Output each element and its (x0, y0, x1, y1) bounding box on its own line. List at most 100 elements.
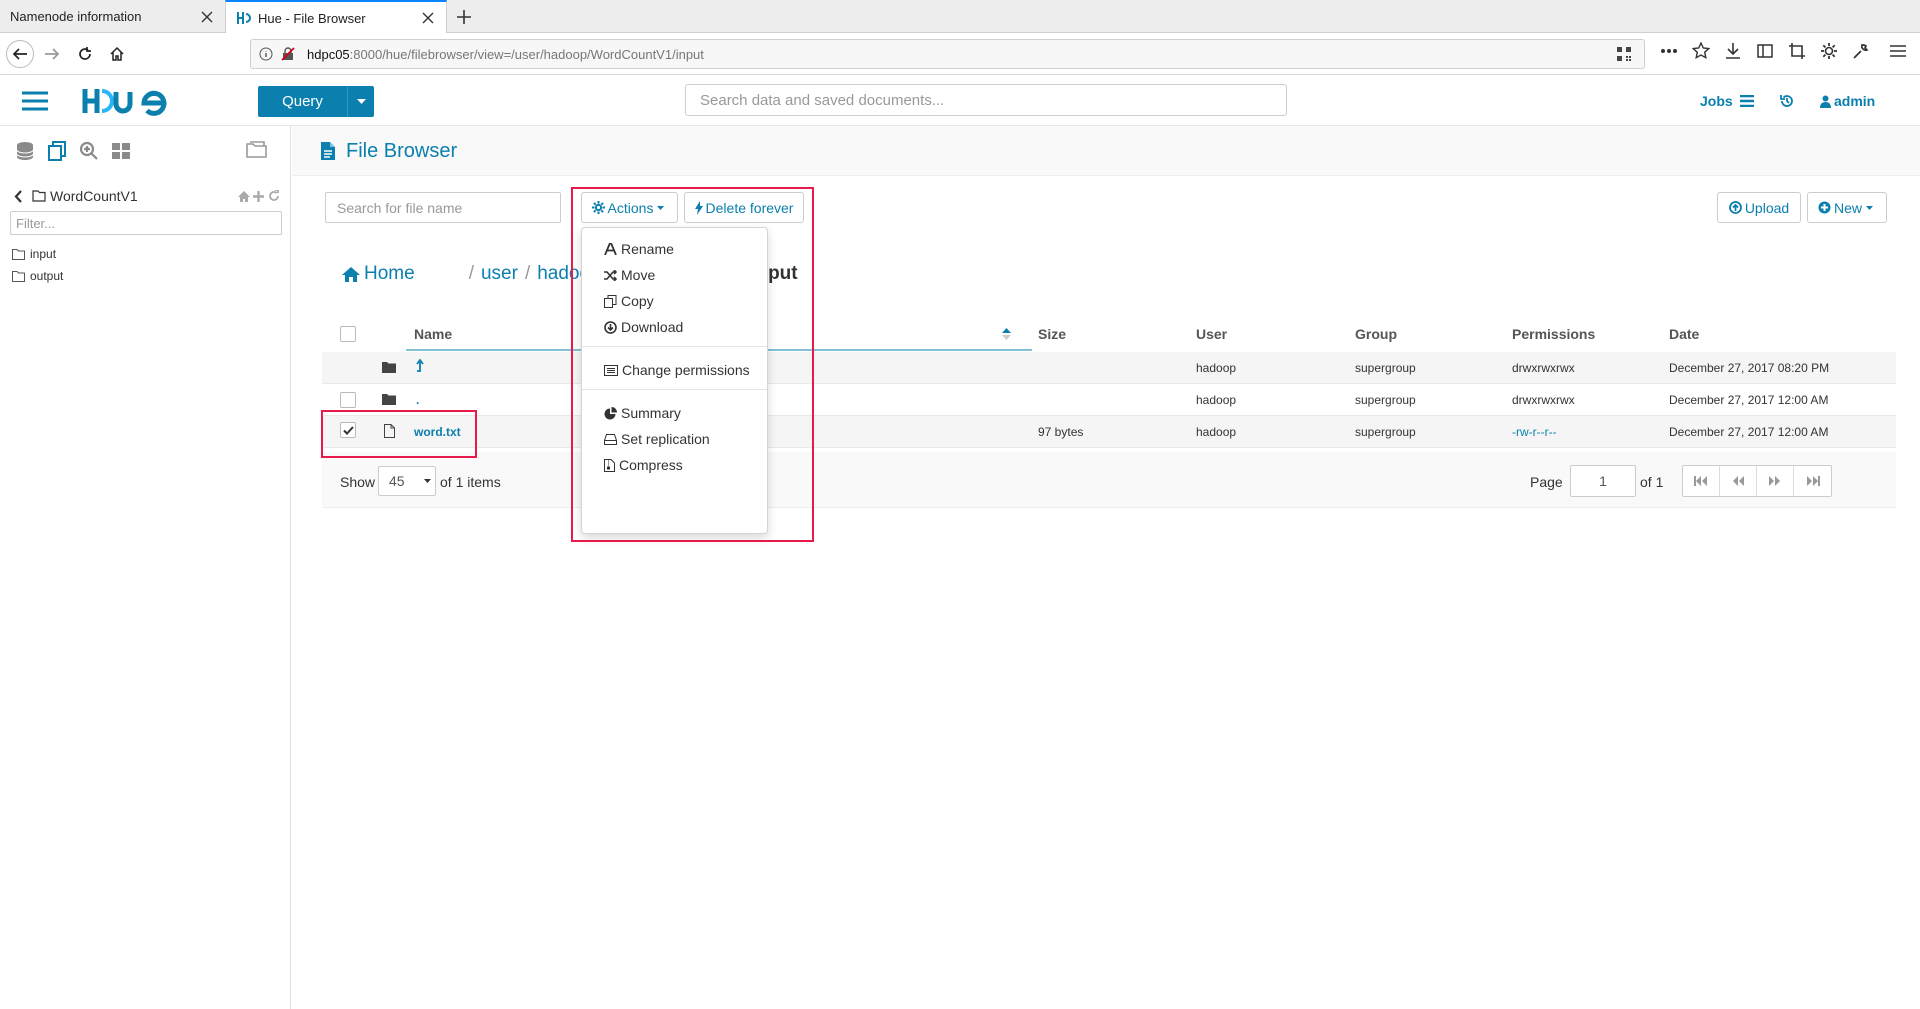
jobs-button[interactable]: Jobs (1700, 76, 1754, 126)
new-tab-button[interactable] (452, 5, 476, 29)
next-page-button[interactable] (1757, 466, 1794, 496)
plus-icon[interactable] (253, 190, 265, 202)
insecure-lock-icon[interactable] (281, 47, 299, 61)
assist-filter-input[interactable] (10, 211, 282, 235)
global-search-input[interactable] (685, 84, 1287, 116)
actions-dropdown-menu: Rename Move Copy Download Change permiss… (581, 227, 768, 534)
page-number-input[interactable] (1570, 465, 1636, 497)
row-checkbox-checked[interactable] (340, 422, 356, 438)
info-icon[interactable] (259, 47, 277, 61)
folder-icon (12, 248, 25, 260)
menu-item-label: Download (621, 319, 684, 335)
folder-icon (32, 190, 46, 202)
tab-namenode-information[interactable]: Namenode information (0, 0, 225, 33)
menu-item-download[interactable]: Download (582, 314, 767, 340)
open-folder-icon[interactable] (245, 139, 269, 159)
close-icon[interactable] (420, 10, 436, 26)
hdd-icon (604, 433, 617, 445)
menu-item-change-permissions[interactable]: Change permissions (582, 357, 767, 383)
user-menu[interactable]: admin (1820, 76, 1875, 126)
table-row[interactable]: . hadoop supergroup drwxrwxrwx December … (322, 384, 1896, 416)
download-icon[interactable] (1724, 42, 1756, 60)
qr-code-icon[interactable] (1616, 46, 1632, 62)
column-header-name[interactable]: Name (414, 326, 452, 342)
previous-page-button[interactable] (1720, 466, 1757, 496)
column-header-user[interactable]: User (1196, 326, 1227, 342)
forward-icon (1769, 476, 1780, 486)
column-header-date[interactable]: Date (1669, 326, 1699, 342)
parent-directory-link[interactable] (416, 359, 425, 372)
menu-item-summary[interactable]: Summary (582, 400, 767, 426)
menu-item-label: Summary (621, 405, 681, 421)
database-icon[interactable] (14, 140, 36, 162)
back-button[interactable] (6, 40, 34, 68)
first-page-button[interactable] (1683, 466, 1720, 496)
menu-item-copy[interactable]: Copy (582, 288, 767, 314)
caret-down-icon[interactable] (348, 86, 374, 117)
cell-name[interactable]: . (416, 393, 419, 407)
folder-icon (12, 270, 25, 282)
assist-item-output[interactable]: output (12, 269, 63, 283)
chevron-left-icon[interactable] (14, 189, 28, 203)
address-bar[interactable]: hdpc05:8000/hue/filebrowser/view=/user/h… (250, 39, 1645, 69)
menu-item-set-replication[interactable]: Set replication (582, 426, 767, 452)
cell-name[interactable]: word.txt (414, 425, 461, 439)
sort-ascending-icon[interactable] (1002, 328, 1011, 340)
refresh-icon[interactable] (268, 190, 280, 202)
caret-down-icon (1866, 205, 1873, 210)
screenshot-crop-icon[interactable] (1788, 42, 1820, 60)
tasks-icon (1739, 95, 1754, 107)
plus-circle-icon (1818, 201, 1831, 214)
column-header-size[interactable]: Size (1038, 326, 1066, 342)
gear-icon (591, 201, 605, 214)
browser-nav-bar: hdpc05:8000/hue/filebrowser/view=/user/h… (0, 33, 1920, 75)
actions-button[interactable]: Actions (581, 192, 678, 223)
file-browser-main: File Browser Actions Delete forever Uplo… (292, 126, 1920, 1009)
assist-item-input[interactable]: input (12, 247, 56, 261)
sidebar-icon[interactable] (1756, 42, 1788, 60)
table-row[interactable]: word.txt 97 bytes hadoop supergroup -rw-… (322, 416, 1896, 448)
menu-icon[interactable] (1890, 44, 1914, 58)
reload-button[interactable] (71, 40, 99, 68)
files-icon[interactable] (46, 140, 68, 162)
column-header-group[interactable]: Group (1355, 326, 1397, 342)
file-icon (321, 142, 335, 160)
page-count: of 1 (1640, 474, 1664, 490)
last-page-button[interactable] (1794, 466, 1831, 496)
breadcrumb-home[interactable]: Home (342, 263, 415, 285)
page-size-select[interactable]: 45 (378, 466, 436, 496)
new-button[interactable]: New (1807, 192, 1887, 223)
dashboard-grid-icon[interactable] (110, 140, 132, 162)
column-header-permissions[interactable]: Permissions (1512, 326, 1595, 342)
bookmark-star-icon[interactable] (1692, 42, 1724, 60)
breadcrumb-user[interactable]: user (481, 263, 518, 285)
browser-tab-bar: Namenode information Hue - File Browser (0, 0, 1920, 34)
history-icon[interactable] (1780, 76, 1794, 126)
cell-date: December 27, 2017 08:20 PM (1669, 361, 1830, 375)
tab-hue-file-browser[interactable]: Hue - File Browser (225, 0, 447, 34)
table-row[interactable]: hadoop supergroup drwxrwxrwx December 27… (322, 352, 1896, 384)
menu-item-compress[interactable]: Compress (582, 452, 767, 478)
file-archive-icon (604, 458, 615, 472)
query-button[interactable]: Query (258, 86, 374, 117)
search-zoom-icon[interactable] (78, 140, 100, 162)
home-button[interactable] (103, 40, 131, 68)
select-all-checkbox[interactable] (340, 326, 356, 342)
row-checkbox[interactable] (340, 392, 356, 408)
file-name-search-input[interactable] (325, 192, 561, 223)
hamburger-menu-icon[interactable] (22, 90, 50, 112)
close-icon[interactable] (199, 9, 215, 25)
more-icon[interactable] (1660, 48, 1692, 54)
wrench-icon[interactable] (1852, 42, 1890, 60)
menu-item-move[interactable]: Move (582, 262, 767, 288)
delete-forever-button[interactable]: Delete forever (684, 192, 804, 223)
forward-button[interactable] (38, 40, 66, 68)
gear-icon[interactable] (1820, 42, 1852, 60)
home-icon[interactable] (238, 190, 250, 202)
menu-item-rename[interactable]: Rename (582, 236, 767, 262)
caret-down-icon (424, 479, 431, 483)
upload-button[interactable]: Upload (1717, 192, 1801, 223)
actions-label: Actions (607, 199, 654, 216)
cell-permissions-link[interactable]: -rw-r--r-- (1512, 425, 1557, 439)
hue-logo[interactable] (82, 84, 182, 118)
